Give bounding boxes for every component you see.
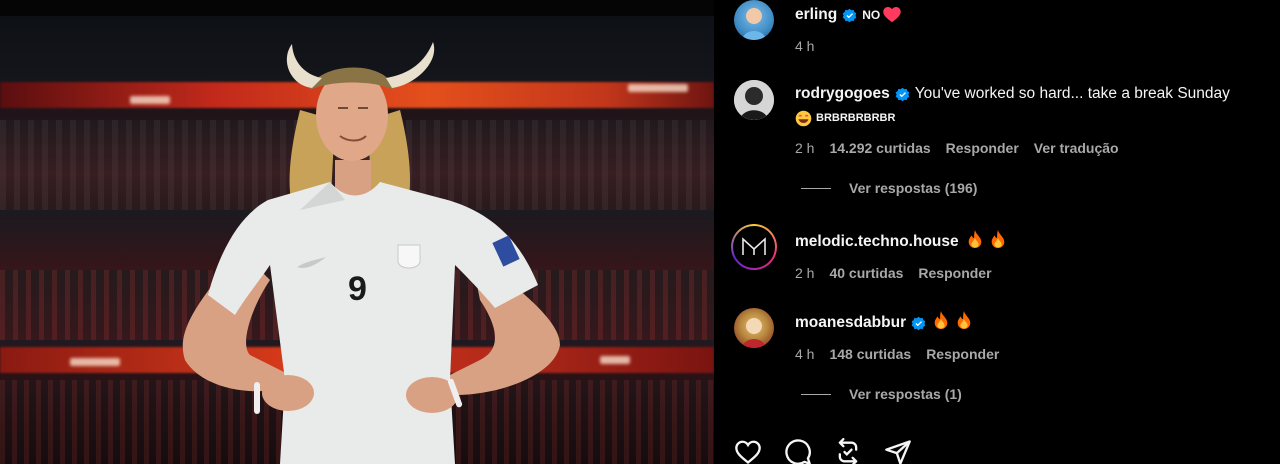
comment-meta: 2 h 40 curtidas Responder xyxy=(795,265,1275,281)
comment-time[interactable]: 4 h xyxy=(795,346,814,362)
comments-panel: erling NO 4 h rodrygogoes You've worked … xyxy=(714,0,1280,464)
comment-meta: 4 h 148 curtidas Responder xyxy=(795,346,1275,362)
comment-time[interactable]: 2 h xyxy=(795,140,814,156)
comment-text: You've worked so hard... take a break Su… xyxy=(914,85,1230,102)
comment-time[interactable]: 4 h xyxy=(795,38,814,54)
verified-badge-icon xyxy=(842,8,857,22)
share-icon[interactable] xyxy=(884,438,912,464)
comment: erling NO 4 h xyxy=(734,0,1275,54)
comment-username[interactable]: erling xyxy=(795,5,837,25)
fire-emoji-icon xyxy=(967,230,983,254)
avatar[interactable] xyxy=(734,308,774,348)
comment-icon[interactable] xyxy=(784,438,812,464)
view-replies-button[interactable]: Ver respostas (1) xyxy=(801,386,962,402)
avatar[interactable] xyxy=(731,224,777,270)
avatar[interactable] xyxy=(734,80,774,120)
view-replies-button[interactable]: Ver respostas (196) xyxy=(801,180,977,196)
player-figure: 9 xyxy=(182,42,560,464)
grinning-heart-eyes-emoji-icon xyxy=(795,110,812,126)
comment: melodic.techno.house 2 h 40 curtidas Res… xyxy=(731,224,1275,281)
comment-username[interactable]: melodic.techno.house xyxy=(795,232,959,252)
techno-logo-icon xyxy=(742,237,766,255)
post-viewer: 9 erling NO 4 h rodrygogoes You've worke… xyxy=(0,0,1280,464)
post-photo[interactable]: 9 xyxy=(0,0,714,464)
heart-emoji-icon xyxy=(883,7,901,23)
avatar-image xyxy=(742,8,766,40)
jersey-number: 9 xyxy=(348,270,367,308)
comment-text-2: BRBRBRBRBR xyxy=(816,112,896,124)
replies-divider xyxy=(801,187,831,189)
replies-divider xyxy=(801,393,831,395)
comment-username[interactable]: moanesdabbur xyxy=(795,313,906,333)
comment-text-line: moanesdabbur xyxy=(795,311,1275,335)
comment: moanesdabbur 4 h 148 curtidas Responder xyxy=(734,308,1275,362)
comment: rodrygogoes You've worked so hard... tak… xyxy=(734,80,1275,156)
comment-text-line: melodic.techno.house xyxy=(795,230,1275,254)
reply-button[interactable]: Responder xyxy=(946,140,1019,156)
comment-time[interactable]: 2 h xyxy=(795,265,814,281)
comment-text-line: rodrygogoes You've worked so hard... tak… xyxy=(795,84,1275,104)
avatar[interactable] xyxy=(734,0,774,40)
repost-icon[interactable] xyxy=(834,438,862,464)
comment-meta: 4 h xyxy=(795,38,1275,54)
comment-likes[interactable]: 40 curtidas xyxy=(829,265,903,281)
avatar-image xyxy=(742,318,766,348)
comment-likes[interactable]: 14.292 curtidas xyxy=(829,140,930,156)
fire-emoji-icon xyxy=(990,230,1006,254)
comment-text-line-2: BRBRBRBRBR xyxy=(795,108,1275,128)
verified-badge-icon xyxy=(895,87,909,101)
view-replies-label[interactable]: Ver respostas (196) xyxy=(849,180,977,196)
reply-button[interactable]: Responder xyxy=(918,265,991,281)
comment-text-line: erling NO xyxy=(795,5,1275,25)
comment-text: NO xyxy=(862,8,881,22)
fire-emoji-icon xyxy=(956,311,972,335)
reply-button[interactable]: Responder xyxy=(926,346,999,362)
view-replies-label[interactable]: Ver respostas (1) xyxy=(849,386,962,402)
avatar-image xyxy=(734,80,774,120)
comment-likes[interactable]: 148 curtidas xyxy=(829,346,911,362)
post-actions-bar xyxy=(734,438,912,464)
fire-emoji-icon xyxy=(933,311,949,335)
comment-username[interactable]: rodrygogoes xyxy=(795,84,890,104)
verified-badge-icon xyxy=(911,316,926,330)
comment-meta: 2 h 14.292 curtidas Responder Ver traduç… xyxy=(795,140,1275,156)
heart-icon[interactable] xyxy=(734,438,762,464)
translate-button[interactable]: Ver tradução xyxy=(1034,140,1119,156)
